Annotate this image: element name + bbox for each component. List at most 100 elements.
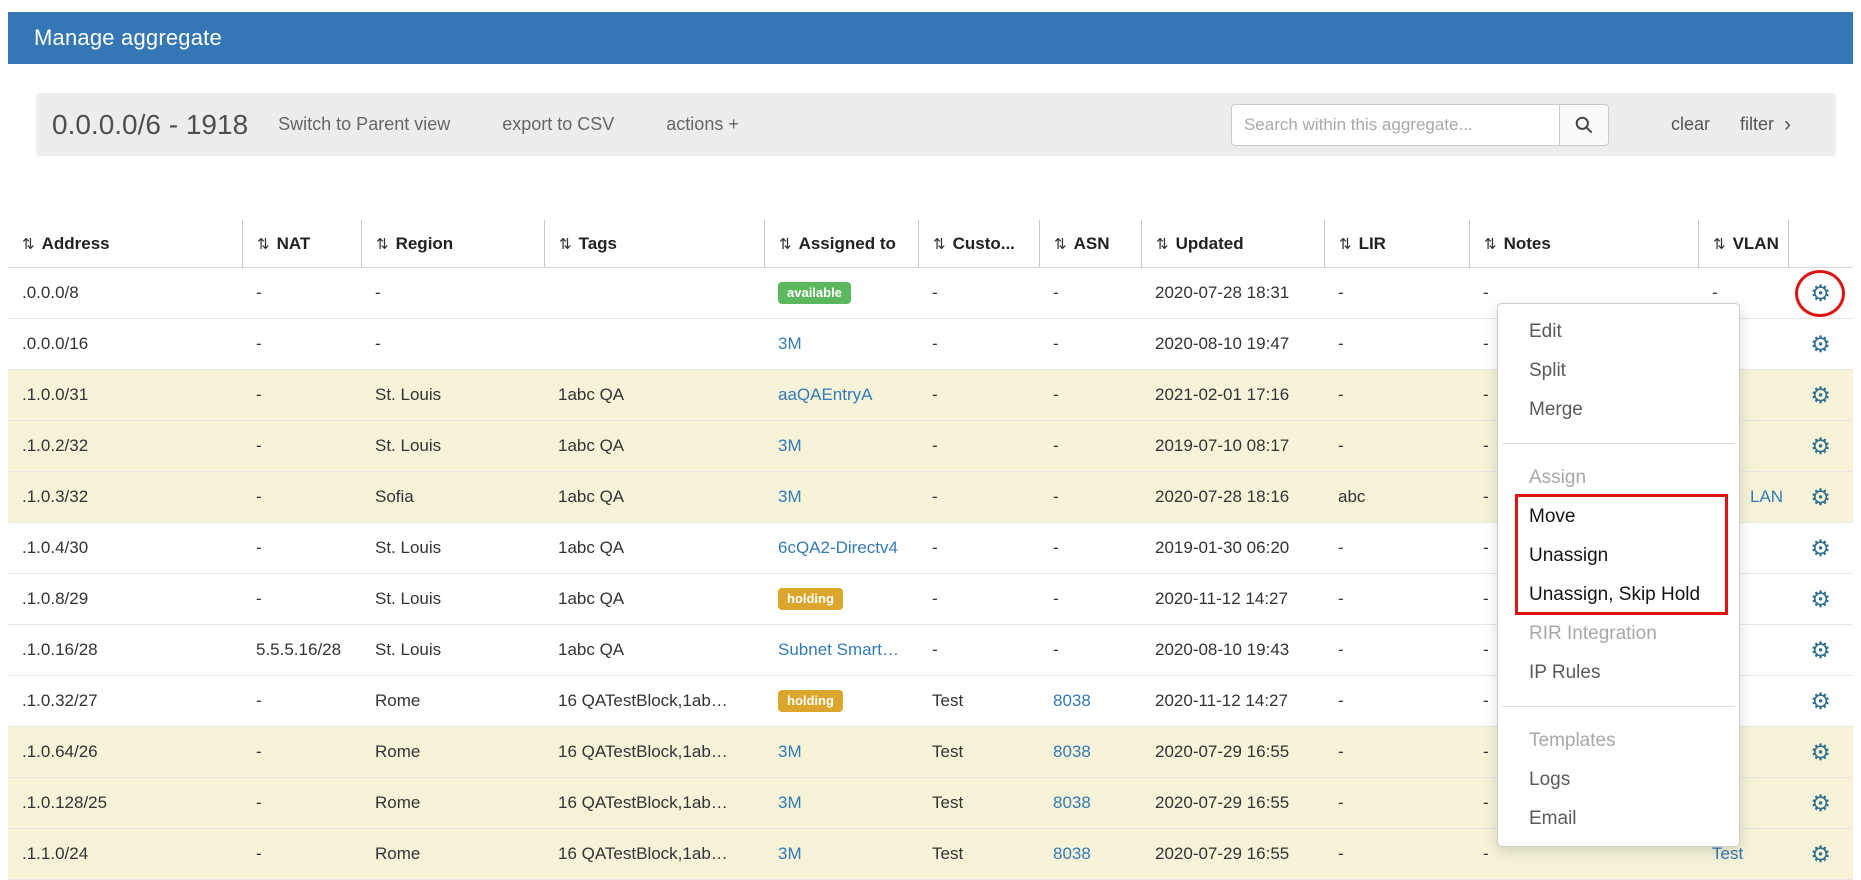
column-header-asn[interactable]: ⇅ASN <box>1039 220 1141 268</box>
sort-icon: ⇅ <box>257 236 270 253</box>
search-input[interactable] <box>1231 104 1559 146</box>
vlan-link[interactable]: LAN <box>1750 487 1783 506</box>
menu-item-email[interactable]: Email <box>1498 799 1739 838</box>
gear-icon[interactable]: ⚙ <box>1810 637 1831 663</box>
column-header-updated[interactable]: ⇅Updated <box>1141 220 1324 268</box>
menu-item-move[interactable]: Move <box>1498 497 1739 536</box>
cell-actions: ⚙ <box>1788 727 1853 778</box>
sort-icon: ⇅ <box>376 236 389 253</box>
gear-icon[interactable]: ⚙ <box>1810 739 1831 765</box>
menu-item-unassign-skip-hold[interactable]: Unassign, Skip Hold <box>1498 575 1739 614</box>
column-header-actions <box>1788 220 1853 268</box>
cell-asn: - <box>1039 472 1141 523</box>
gear-icon[interactable]: ⚙ <box>1810 484 1831 510</box>
cell-updated: 2019-01-30 06:20 <box>1141 523 1324 574</box>
assigned-link[interactable]: 6cQA2-Directv4 <box>778 538 898 557</box>
cell-region: - <box>361 268 544 319</box>
cell-address: .1.0.8/29 <box>8 574 242 625</box>
sort-icon: ⇅ <box>779 236 792 253</box>
asn-link[interactable]: 8038 <box>1053 691 1091 710</box>
column-label: ASN <box>1074 234 1110 253</box>
cell-customer: - <box>918 574 1039 625</box>
menu-item-edit[interactable]: Edit <box>1498 312 1739 351</box>
menu-item-merge[interactable]: Merge <box>1498 390 1739 429</box>
gear-icon[interactable]: ⚙ <box>1810 586 1831 612</box>
cell-assigned: holding <box>764 574 918 625</box>
cell-asn: 8038 <box>1039 727 1141 778</box>
column-header-customer[interactable]: ⇅Custo... <box>918 220 1039 268</box>
column-label: Region <box>396 234 454 253</box>
cell-asn: - <box>1039 574 1141 625</box>
cell-actions: ⚙ <box>1788 778 1853 829</box>
menu-item-assign[interactable]: Assign <box>1498 458 1739 497</box>
cell-lir: - <box>1324 421 1469 472</box>
menu-item-split[interactable]: Split <box>1498 351 1739 390</box>
assigned-link[interactable]: 3M <box>778 742 802 761</box>
column-header-tags[interactable]: ⇅Tags <box>544 220 764 268</box>
cell-address: .1.0.4/30 <box>8 523 242 574</box>
gear-icon[interactable]: ⚙ <box>1810 790 1831 816</box>
cell-actions: ⚙ <box>1788 268 1853 319</box>
cell-customer: - <box>918 625 1039 676</box>
search-button[interactable] <box>1559 104 1609 146</box>
cell-updated: 2020-07-28 18:31 <box>1141 268 1324 319</box>
gear-icon[interactable]: ⚙ <box>1810 535 1831 561</box>
assigned-link[interactable]: Subnet Smart… <box>778 640 899 659</box>
assigned-link[interactable]: 3M <box>778 487 802 506</box>
column-header-nat[interactable]: ⇅NAT <box>242 220 361 268</box>
cell-lir: - <box>1324 676 1469 727</box>
cell-actions: ⚙ <box>1788 574 1853 625</box>
status-badge: holding <box>778 690 843 712</box>
actions-link[interactable]: actions + <box>666 114 739 135</box>
cell-address: .1.0.32/27 <box>8 676 242 727</box>
cell-lir: - <box>1324 319 1469 370</box>
asn-link[interactable]: 8038 <box>1053 742 1091 761</box>
assigned-link[interactable]: 3M <box>778 793 802 812</box>
gear-icon[interactable]: ⚙ <box>1810 331 1831 357</box>
gear-icon[interactable]: ⚙ <box>1810 382 1831 408</box>
gear-icon[interactable]: ⚙ <box>1810 433 1831 459</box>
menu-item-ip-rules[interactable]: IP Rules <box>1498 653 1739 692</box>
asn-link[interactable]: 8038 <box>1053 793 1091 812</box>
status-badge: available <box>778 282 851 304</box>
column-header-region[interactable]: ⇅ Region <box>361 220 544 268</box>
cell-customer: - <box>918 523 1039 574</box>
clear-link[interactable]: clear <box>1671 114 1710 135</box>
assigned-link[interactable]: aaQAEntryA <box>778 385 873 404</box>
cell-assigned: 3M <box>764 778 918 829</box>
assigned-link[interactable]: 3M <box>778 436 802 455</box>
cell-assigned: available <box>764 268 918 319</box>
export-to-csv-link[interactable]: export to CSV <box>502 114 614 135</box>
column-header-address[interactable]: ⇅Address <box>8 220 242 268</box>
cell-region: Sofia <box>361 472 544 523</box>
menu-item-logs[interactable]: Logs <box>1498 760 1739 799</box>
menu-item-unassign[interactable]: Unassign <box>1498 536 1739 575</box>
cell-lir: - <box>1324 778 1469 829</box>
column-header-lir[interactable]: ⇅LIR <box>1324 220 1469 268</box>
cell-region: St. Louis <box>361 421 544 472</box>
column-header-notes[interactable]: ⇅Notes <box>1469 220 1698 268</box>
cell-updated: 2020-07-28 18:16 <box>1141 472 1324 523</box>
cell-actions: ⚙ <box>1788 829 1853 880</box>
switch-to-parent-view-link[interactable]: Switch to Parent view <box>278 114 450 135</box>
menu-item-rir-integration[interactable]: RIR Integration <box>1498 614 1739 653</box>
gear-icon[interactable]: ⚙ <box>1810 688 1831 714</box>
cell-updated: 2020-07-29 16:55 <box>1141 727 1324 778</box>
gear-icon[interactable]: ⚙ <box>1810 280 1831 306</box>
cell-asn: - <box>1039 370 1141 421</box>
column-header-vlan[interactable]: ⇅VLAN <box>1698 220 1788 268</box>
gear-icon[interactable]: ⚙ <box>1810 841 1831 867</box>
cell-region: Rome <box>361 727 544 778</box>
assigned-link[interactable]: 3M <box>778 844 802 863</box>
column-label: Tags <box>579 234 617 253</box>
cell-actions: ⚙ <box>1788 472 1853 523</box>
cell-updated: 2019-07-10 08:17 <box>1141 421 1324 472</box>
assigned-link[interactable]: 3M <box>778 334 802 353</box>
menu-item-templates[interactable]: Templates <box>1498 721 1739 760</box>
cell-assigned: holding <box>764 676 918 727</box>
asn-link[interactable]: 8038 <box>1053 844 1091 863</box>
cell-asn: - <box>1039 625 1141 676</box>
filter-link[interactable]: filter › <box>1740 114 1791 135</box>
column-header-assigned[interactable]: ⇅Assigned to <box>764 220 918 268</box>
cell-assigned: 6cQA2-Directv4 <box>764 523 918 574</box>
